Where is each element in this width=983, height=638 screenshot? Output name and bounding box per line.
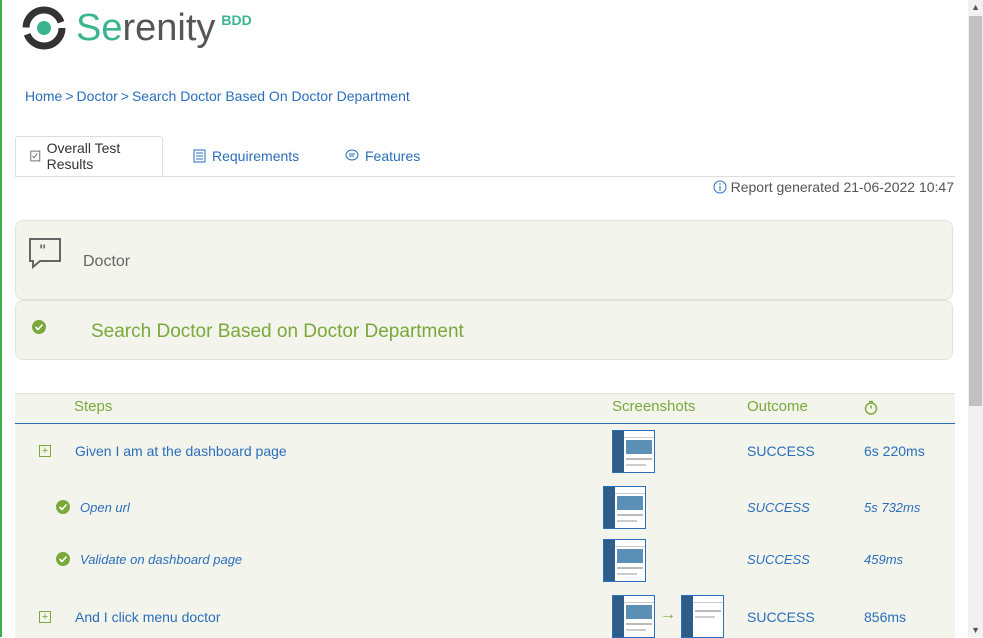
check-circle-icon xyxy=(56,500,70,514)
logo-wordmark: Serenity xyxy=(76,6,216,49)
scenario-panel: Search Doctor Based on Doctor Department xyxy=(15,300,953,360)
step-description: Open url xyxy=(80,500,130,515)
logo-bdd: BDD xyxy=(221,12,252,28)
tab-features[interactable]: Features xyxy=(345,136,420,175)
report-generated-text: Report generated 21-06-2022 10:47 xyxy=(730,179,954,195)
serenity-logo-icon xyxy=(22,6,66,50)
left-edge-border xyxy=(0,0,2,637)
tab-label: Overall Test Results xyxy=(46,140,121,172)
steps-table: Steps Screenshots Outcome + Given I am a… xyxy=(15,393,955,638)
scroll-up-icon[interactable]: ▲ xyxy=(971,2,980,12)
quote-icon: " xyxy=(29,238,61,269)
step-outcome: SUCCESS xyxy=(747,552,810,567)
tab-label: Requirements xyxy=(212,147,300,164)
expand-icon[interactable]: + xyxy=(39,445,51,457)
book-icon xyxy=(193,149,206,162)
breadcrumb-current[interactable]: Search Doctor Based On Doctor Department xyxy=(132,88,410,104)
vertical-scrollbar[interactable]: ▲ ▼ xyxy=(968,0,983,637)
serenity-logo[interactable]: Serenity BDD xyxy=(20,4,252,52)
feature-title: Doctor xyxy=(83,253,131,270)
report-generated: Report generated 21-06-2022 10:47 xyxy=(713,179,954,195)
scenario-title: Search Doctor Based on Doctor Department xyxy=(91,321,464,342)
tab-label: Features xyxy=(365,147,421,164)
svg-text:": " xyxy=(39,243,46,259)
step-duration: 856ms xyxy=(864,609,907,625)
tab-overall-test-results[interactable]: Overall Test Results xyxy=(15,136,163,176)
tab-bar: Overall Test Results Requirements Featur… xyxy=(15,136,955,177)
info-icon xyxy=(713,180,727,194)
arrow-right-icon: → xyxy=(660,606,676,623)
step-outcome: SUCCESS xyxy=(747,500,810,515)
breadcrumb-doctor[interactable]: Doctor xyxy=(77,88,118,104)
step-description: Validate on dashboard page xyxy=(80,552,243,567)
header-steps: Steps xyxy=(74,398,113,415)
screenshot-thumbnail[interactable] xyxy=(612,430,655,473)
check-circle-icon xyxy=(56,552,70,566)
header-screenshots: Screenshots xyxy=(612,398,696,415)
breadcrumb-separator: > xyxy=(65,88,74,104)
expand-icon[interactable]: + xyxy=(39,611,51,623)
check-circle-icon xyxy=(32,320,46,334)
feature-panel: " Doctor xyxy=(15,220,953,300)
step-description: Given I am at the dashboard page xyxy=(75,443,287,459)
header-outcome: Outcome xyxy=(747,398,808,415)
screenshot-thumbnail[interactable] xyxy=(603,539,646,582)
breadcrumb: Home > Doctor > Search Doctor Based On Docto… xyxy=(25,88,410,104)
screenshot-thumbnail[interactable] xyxy=(612,595,655,638)
screenshot-thumbnail[interactable] xyxy=(681,595,724,638)
stopwatch-icon xyxy=(864,400,878,415)
step-duration: 6s 220ms xyxy=(864,443,925,459)
header-divider xyxy=(15,423,955,424)
checklist-icon xyxy=(30,150,41,162)
breadcrumb-separator: > xyxy=(120,88,129,104)
step-description: And I click menu doctor xyxy=(75,609,221,625)
screenshot-thumbnail[interactable] xyxy=(603,486,646,529)
step-duration: 459ms xyxy=(864,552,904,567)
step-outcome: SUCCESS xyxy=(747,609,815,625)
comment-icon xyxy=(345,149,359,161)
step-outcome: SUCCESS xyxy=(747,443,815,459)
step-duration: 5s 732ms xyxy=(864,500,921,515)
scrollbar-thumb[interactable] xyxy=(969,16,982,406)
breadcrumb-home[interactable]: Home xyxy=(25,88,62,104)
scroll-down-icon[interactable]: ▼ xyxy=(971,625,980,635)
tab-requirements[interactable]: Requirements xyxy=(193,136,299,175)
